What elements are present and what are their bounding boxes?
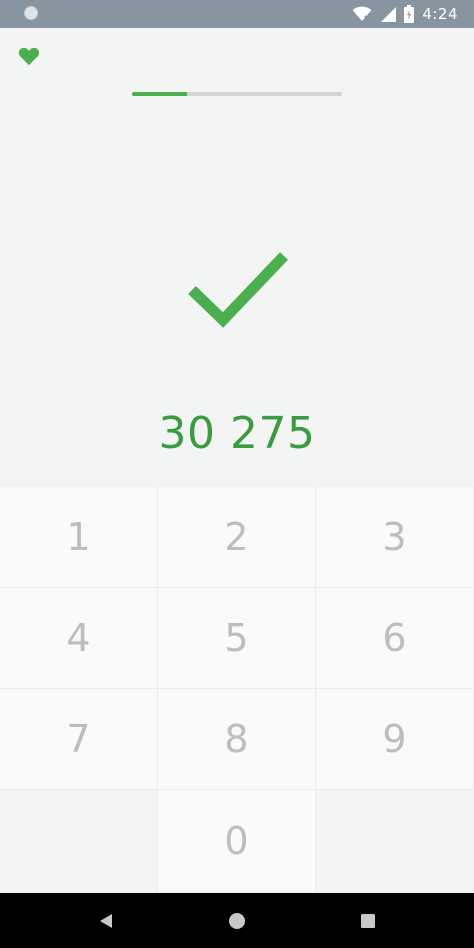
keypad-key-6[interactable]: 6	[316, 588, 474, 689]
notification-dot-icon	[24, 6, 38, 20]
keypad-key-9[interactable]: 9	[316, 689, 474, 790]
keypad-key-8[interactable]: 8	[158, 689, 316, 790]
status-time: 4:24	[422, 5, 458, 23]
status-icons: 4:24	[352, 0, 458, 28]
keypad-key-5[interactable]: 5	[158, 588, 316, 689]
keypad-key-3[interactable]: 3	[316, 487, 474, 588]
home-icon	[229, 912, 245, 929]
recents-icon	[361, 913, 375, 928]
heart-icon[interactable]	[18, 46, 40, 66]
progress-bar-fill	[132, 92, 187, 96]
back-icon	[100, 913, 112, 928]
navigation-bar	[0, 893, 474, 948]
home-button[interactable]	[207, 893, 267, 948]
keypad-key-1[interactable]: 1	[0, 487, 158, 588]
progress-bar	[132, 92, 342, 96]
keypad-empty-cell	[316, 790, 474, 893]
numeric-keypad: 123 456 7890	[0, 487, 474, 893]
keypad-key-2[interactable]: 2	[158, 487, 316, 588]
status-bar: 4:24	[0, 0, 474, 28]
keypad-key-0[interactable]: 0	[158, 790, 316, 893]
app-screen: 30 275 123 456 7890	[0, 28, 474, 893]
recents-button[interactable]	[338, 893, 398, 948]
keypad-key-7[interactable]: 7	[0, 689, 158, 790]
battery-icon	[404, 5, 415, 23]
wifi-icon	[352, 6, 373, 22]
checkmark-icon	[188, 252, 288, 328]
keypad-key-4[interactable]: 4	[0, 588, 158, 689]
amount-display: 30 275	[158, 408, 316, 459]
signal-icon	[381, 7, 397, 22]
back-button[interactable]	[76, 893, 136, 948]
keypad-empty-cell	[0, 790, 158, 893]
